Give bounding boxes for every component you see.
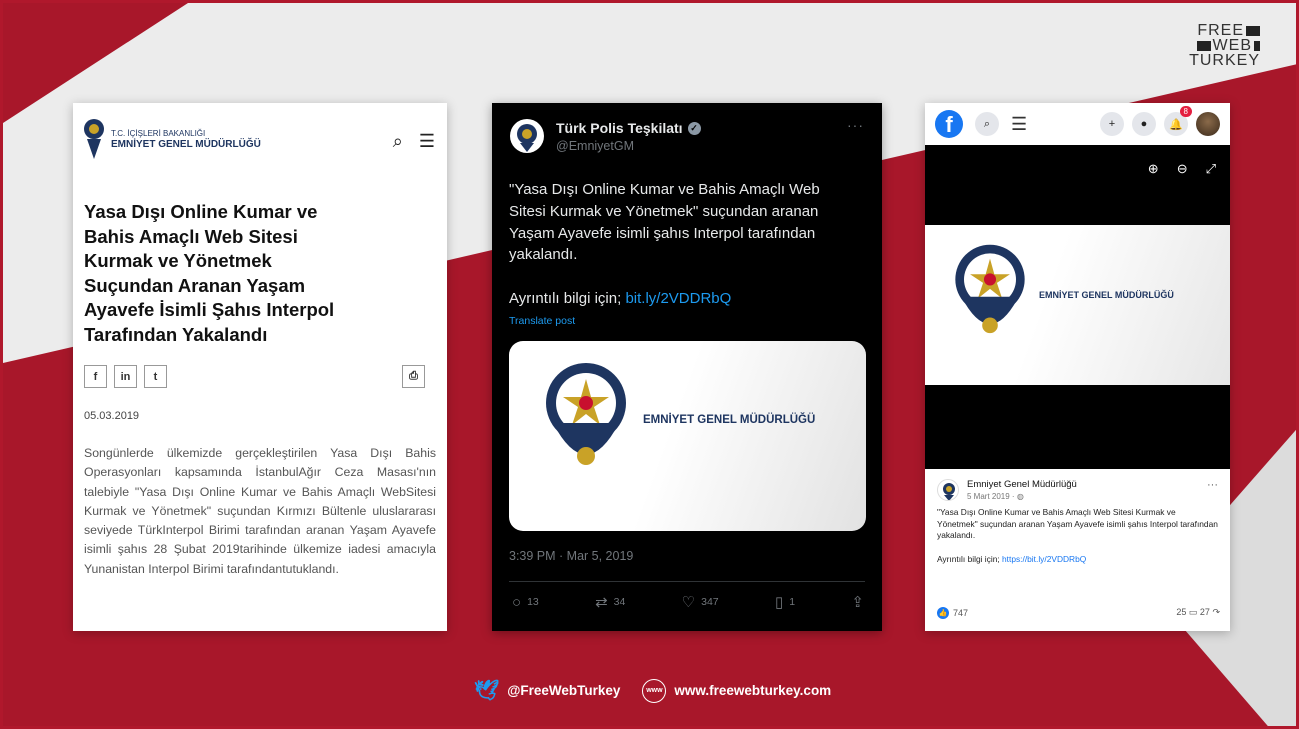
create-icon[interactable]: + [1100,112,1124,136]
verified-icon: ✓ [687,121,701,135]
photo-viewer-bar: ⊕ ⊖ ⤢ [925,145,1230,225]
heart-icon: ♡ [681,594,696,611]
globe-icon: ◍ [1016,492,1024,501]
twitter-share-button[interactable]: t [144,365,167,388]
like-icon: 👍 [937,607,949,619]
police-badge-icon [943,483,955,500]
info-label: Ayrıntılı bilgi için; [509,290,622,307]
article-date: 05.03.2019 [84,410,140,422]
facebook-share-button[interactable]: f [84,365,107,388]
twitter-handle[interactable]: @FreeWebTurkey [507,683,620,698]
display-name[interactable]: Türk Polis Teşkilatı [556,120,683,136]
article-title: Yasa Dışı Online Kumar ve Bahis Amaçlı W… [84,201,335,345]
facebook-topbar: f ⌕ ☰ + ● 🔔 8 [925,103,1230,145]
tweet-link[interactable]: bit.ly/2VDDRbQ [625,290,731,307]
freewebturkey-logo: FREE WEB TURKEY [1189,22,1260,69]
search-icon[interactable]: ⌕ [975,112,999,136]
fullscreen-icon[interactable]: ⤢ [1206,161,1216,177]
frame: FREE WEB TURKEY T.C. İÇİŞLERİ BAKANLIĞI … [0,0,1299,729]
facebook-post: Emniyet Genel Müdürlüğü 5 Mart 2019 · ◍ … [925,469,1230,574]
retweet-button[interactable]: ⇄ 34 [595,593,625,611]
reactions-count[interactable]: 👍 747 [937,607,968,619]
card-title: EMNİYET GENEL MÜDÜRLÜĞÜ [643,414,816,426]
tweet-actions: ○ 13 ⇄ 34 ♡ 347 ▯ 1 ⇪ [512,593,864,612]
share-buttons: f in t [84,365,167,388]
more-options-icon[interactable]: ··· [847,117,864,133]
police-badge-icon [955,244,1025,334]
linkedin-share-button[interactable]: in [114,365,137,388]
share-button[interactable]: ⇪ [851,593,864,611]
photo-viewer-bottom [925,385,1230,469]
post-image: EMNİYET GENEL MÜDÜRLÜĞÜ [925,225,1230,385]
reply-icon: ○ [512,593,522,611]
like-button[interactable]: ♡ 347 [682,593,719,611]
tweet-timestamp[interactable]: 3:39 PM · Mar 5, 2019 [509,549,633,563]
shares-count[interactable]: 27 [1200,607,1210,617]
notification-badge: 8 [1179,106,1192,117]
post-options-icon[interactable]: ··· [1207,479,1218,491]
messenger-icon[interactable]: ● [1132,112,1156,136]
share-icon: ⇪ [851,594,864,611]
search-icon[interactable]: ⌕ [393,131,403,152]
page-name[interactable]: Emniyet Genel Müdürlüğü [967,479,1077,490]
reply-button[interactable]: ○ 13 [512,593,539,611]
police-badge-icon [546,363,626,465]
police-badge-icon [517,124,537,152]
website-panel: T.C. İÇİŞLERİ BAKANLIĞI EMNİYET GENEL MÜ… [73,103,447,631]
retweet-icon: ⇄ [595,594,608,611]
tweet-text: "Yasa Dışı Online Kumar ve Bahis Amaçlı … [509,181,820,264]
website-url[interactable]: www.freewebturkey.com [674,683,831,698]
link-card[interactable]: EMNİYET GENEL MÜDÜRLÜĞÜ [509,341,866,531]
globe-icon: www [642,678,667,703]
menu-icon[interactable]: ☰ [419,131,435,152]
translate-post-link[interactable]: Translate post [509,315,575,327]
post-link[interactable]: https://bit.ly/2VDDRbQ [1002,554,1086,564]
user-handle[interactable]: @EmniyetGM [556,139,634,153]
divider [509,581,865,582]
twitter-bird-icon: 🕊 [473,680,500,702]
footer: 🕊 @FreeWebTurkey www www.freewebturkey.com [3,678,1296,703]
article-body: Songünlerde ülkemizde gerçekleştirilen Y… [84,446,436,576]
ministry-label: T.C. İÇİŞLERİ BAKANLIĞI [111,128,206,138]
comments-count[interactable]: 25 [1176,607,1186,617]
bookmark-button[interactable]: ▯ 1 [775,593,795,611]
police-badge-icon [84,119,104,159]
comment-icon: ▭ [1188,607,1198,617]
post-text: "Yasa Dışı Online Kumar ve Bahis Amaçlı … [937,507,1218,540]
facebook-panel: f ⌕ ☰ + ● 🔔 8 ⊕ ⊖ ⤢ EMNİYET GENEL MÜDÜRL… [925,103,1230,631]
post-stats: 👍 747 25 ▭ 27 ↷ [937,607,1220,619]
tweet-panel: Türk Polis Teşkilatı ✓ @EmniyetGM ··· "Y… [492,103,882,631]
profile-avatar[interactable] [1196,112,1220,136]
bookmark-icon: ▯ [774,594,784,611]
zoom-out-icon[interactable]: ⊖ [1177,161,1188,177]
image-title: EMNİYET GENEL MÜDÜRLÜĞÜ [1039,290,1174,300]
page-avatar[interactable] [937,479,959,501]
avatar[interactable] [510,119,544,153]
print-icon[interactable]: ⎙ [402,365,425,388]
org-name: EMNİYET GENEL MÜDÜRLÜĞÜ [111,138,261,150]
share-icon: ↷ [1212,607,1220,617]
zoom-in-icon[interactable]: ⊕ [1148,161,1159,177]
post-date[interactable]: 5 Mart 2019 · [967,492,1017,501]
notifications-icon[interactable]: 🔔 8 [1164,106,1192,136]
menu-icon[interactable]: ☰ [1011,114,1027,135]
facebook-logo-icon[interactable]: f [935,110,963,138]
info-label: Ayrıntılı bilgi için; [937,553,1000,564]
site-header: T.C. İÇİŞLERİ BAKANLIĞI EMNİYET GENEL MÜ… [83,117,261,161]
